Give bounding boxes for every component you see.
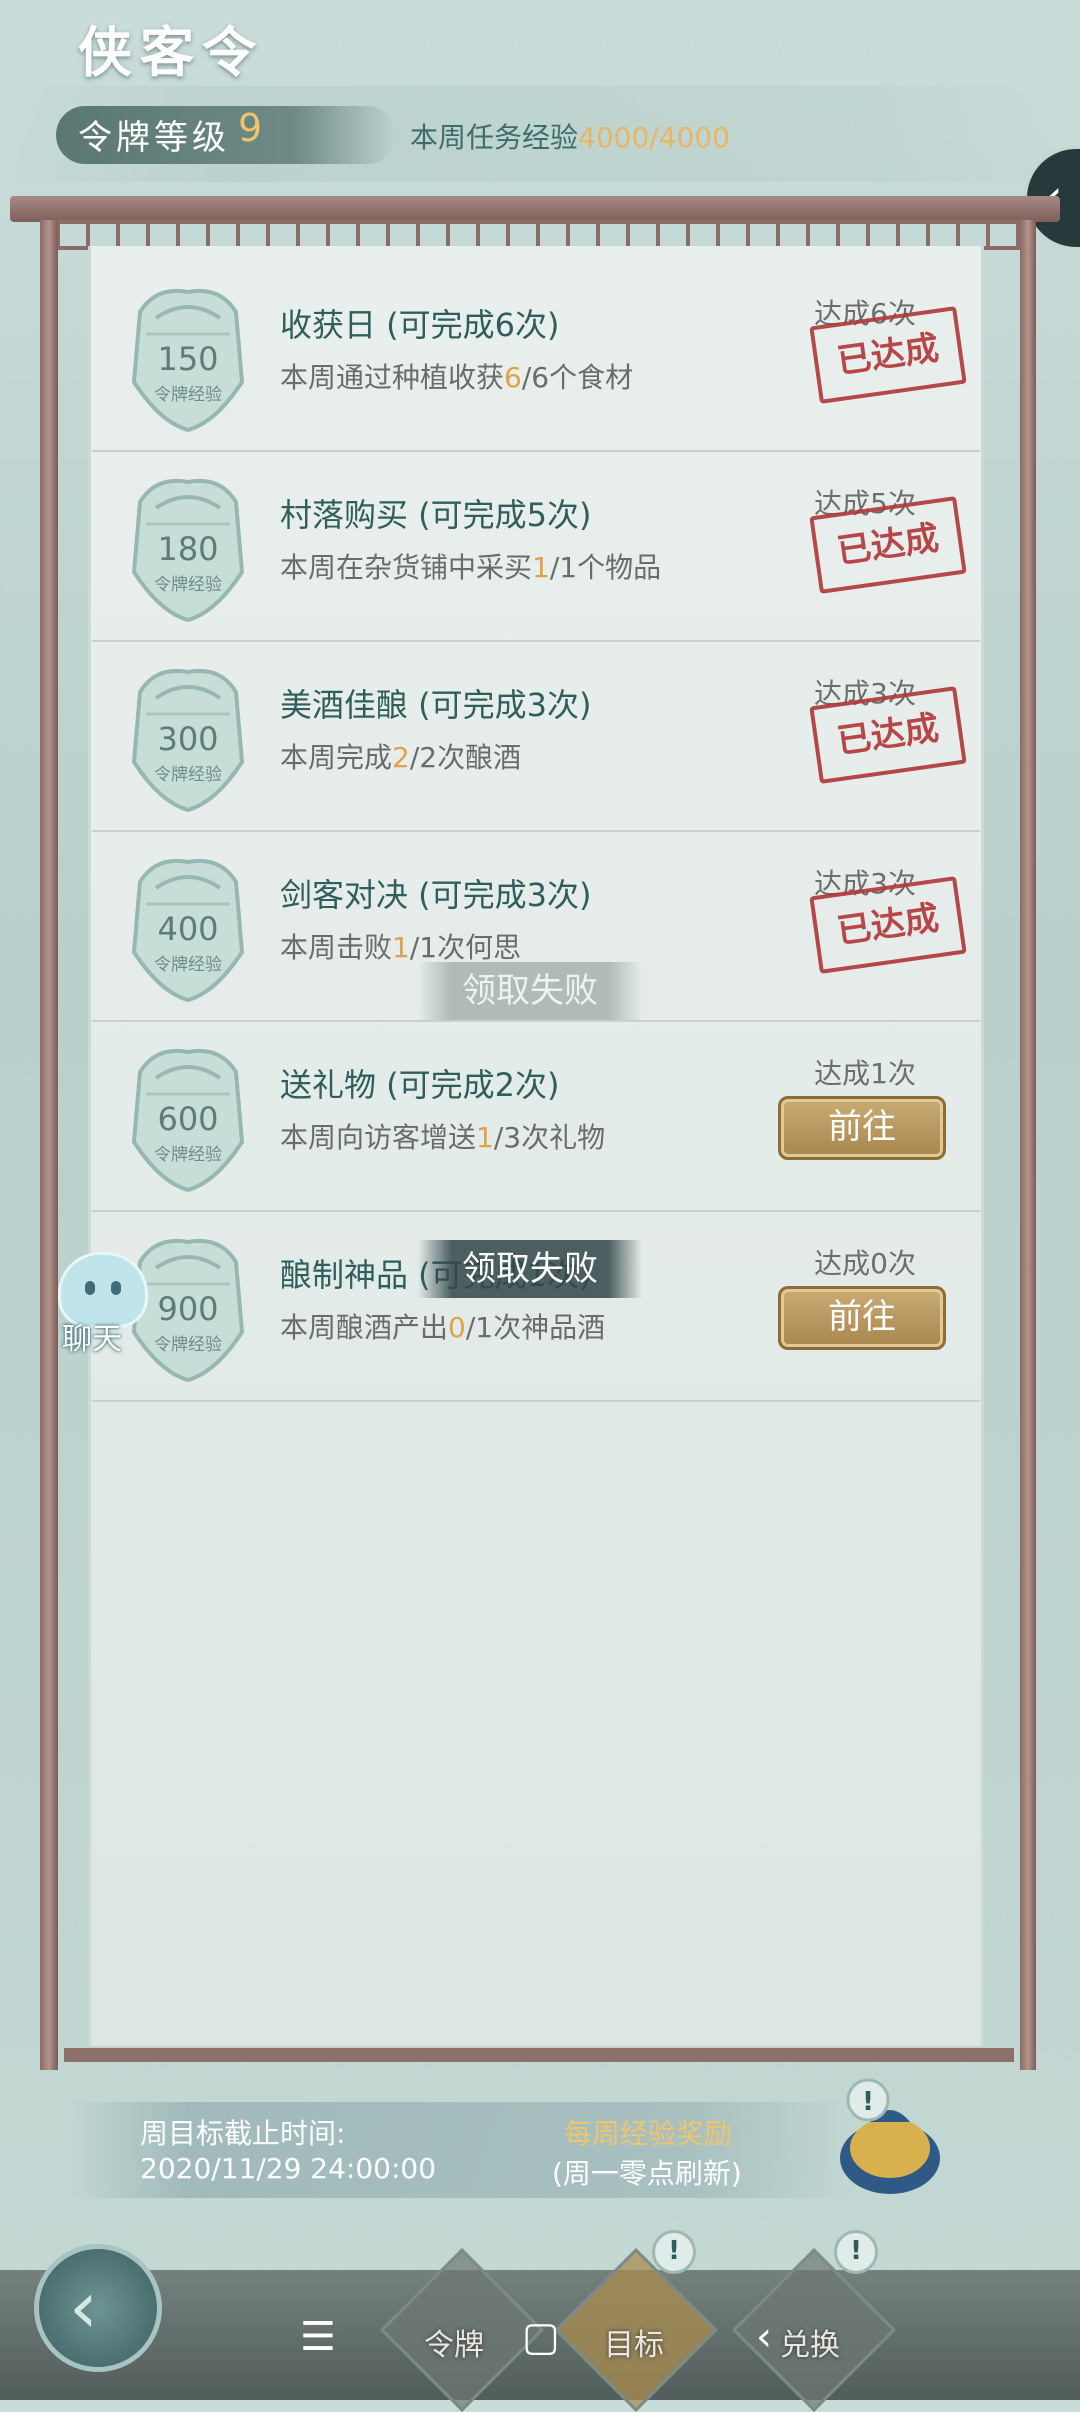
chat-label: 聊天	[62, 1322, 122, 1357]
task-row: 150 令牌经验 收获日 (可完成6次) 本周通过种植收获6/6个食材 达成6次…	[92, 262, 980, 452]
task-description: 本周向访客增送1/3次礼物	[280, 1121, 606, 1154]
badge-exp-value: 180	[157, 530, 219, 568]
back-arrow-icon: ‹	[69, 2265, 98, 2349]
task-progress: 1	[532, 551, 550, 584]
alert-icon: !	[862, 2087, 874, 2117]
badge-exp-value: 150	[157, 340, 219, 378]
level-label: 令牌等级	[78, 118, 230, 158]
task-completion-count: 达成1次	[814, 1057, 916, 1090]
scroll-frame-top	[10, 196, 1060, 222]
badge-exp-value: 300	[157, 720, 219, 758]
task-row: 300 令牌经验 美酒佳酿 (可完成3次) 本周完成2/2次酿酒 达成3次 已达…	[92, 642, 980, 832]
system-back-icon[interactable]: ‹	[756, 2314, 772, 2360]
task-title: 剑客对决 (可完成3次)	[280, 876, 592, 914]
task-progress: 1	[392, 931, 410, 964]
tab-token-label: 令牌	[424, 2328, 484, 2363]
badge-exp-caption: 令牌经验	[154, 575, 222, 595]
task-progress: 6	[504, 361, 522, 394]
task-description: 本周击败1/1次何思	[280, 931, 522, 964]
task-title: 收获日 (可完成6次)	[280, 306, 560, 344]
tab-target-label: 目标	[604, 2328, 664, 2363]
badge-exp-value: 600	[157, 1100, 219, 1138]
toast-claim-failed: 领取失败	[418, 962, 642, 1020]
tab-target-alert-icon: !	[652, 2230, 696, 2274]
task-description: 本周酿酒产出0/1次神品酒	[280, 1311, 606, 1344]
task-progress: 0	[448, 1311, 466, 1344]
token-exp-badge-icon: 150 令牌经验	[126, 282, 250, 432]
tab-exchange-alert-icon: !	[834, 2230, 878, 2274]
scroll-frame-bottom	[64, 2048, 1014, 2062]
system-menu-icon[interactable]: ☰	[300, 2314, 336, 2360]
task-completion-count: 达成0次	[814, 1247, 916, 1280]
toast-claim-failed: 领取失败	[418, 1240, 642, 1298]
scroll-frame-post-left	[40, 220, 58, 2070]
badge-exp-caption: 令牌经验	[154, 1145, 222, 1165]
weekly-reward-title[interactable]: 每周经验奖励	[564, 2112, 732, 2152]
reward-bag-icon[interactable]: !	[830, 2078, 950, 2198]
task-description: 本周通过种植收获6/6个食材	[280, 361, 634, 394]
task-progress: 2	[392, 741, 410, 774]
deadline-label: 周目标截止时间:	[140, 2117, 346, 2150]
weekly-reward-note: (周一零点刷新)	[552, 2157, 742, 2190]
weekly-exp: 本周任务经验4000/4000	[410, 116, 730, 156]
token-exp-badge-icon: 180 令牌经验	[126, 472, 250, 622]
badge-exp-caption: 令牌经验	[154, 385, 222, 405]
task-description: 本周在杂货铺中采买1/1个物品	[280, 551, 662, 584]
page-title: 侠客令	[78, 20, 264, 84]
badge-exp-caption: 令牌经验	[154, 765, 222, 785]
task-title: 送礼物 (可完成2次)	[280, 1066, 560, 1104]
task-title: 美酒佳酿 (可完成3次)	[280, 686, 592, 724]
weekly-exp-label: 本周任务经验	[410, 121, 579, 154]
token-exp-badge-icon: 300 令牌经验	[126, 662, 250, 812]
badge-exp-caption: 令牌经验	[154, 955, 222, 975]
task-title: 村落购买 (可完成5次)	[280, 496, 592, 534]
task-row: 600 令牌经验 送礼物 (可完成2次) 本周向访客增送1/3次礼物 达成1次 …	[92, 1022, 980, 1212]
badge-exp-value: 400	[157, 910, 219, 948]
deadline-value: 2020/11/29 24:00:00	[140, 2152, 437, 2185]
token-exp-badge-icon: 400 令牌经验	[126, 852, 250, 1002]
back-button[interactable]: ‹	[34, 2244, 162, 2372]
chat-bubble-button[interactable]: 聊天	[40, 1252, 150, 1357]
scroll-frame-post-right	[1020, 220, 1036, 2070]
go-button[interactable]: 前往	[778, 1286, 946, 1350]
task-row: 180 令牌经验 村落购买 (可完成5次) 本周在杂货铺中采买1/1个物品 达成…	[92, 452, 980, 642]
tab-exchange-label: 兑换	[780, 2328, 840, 2363]
task-description: 本周完成2/2次酿酒	[280, 741, 522, 774]
system-home-icon[interactable]: ▢	[522, 2314, 560, 2360]
token-exp-badge-icon: 600 令牌经验	[126, 1042, 250, 1192]
level-value: 9	[238, 106, 263, 150]
task-progress: 1	[476, 1121, 494, 1154]
weekly-exp-value: 4000/4000	[578, 121, 730, 154]
go-button[interactable]: 前往	[778, 1096, 946, 1160]
